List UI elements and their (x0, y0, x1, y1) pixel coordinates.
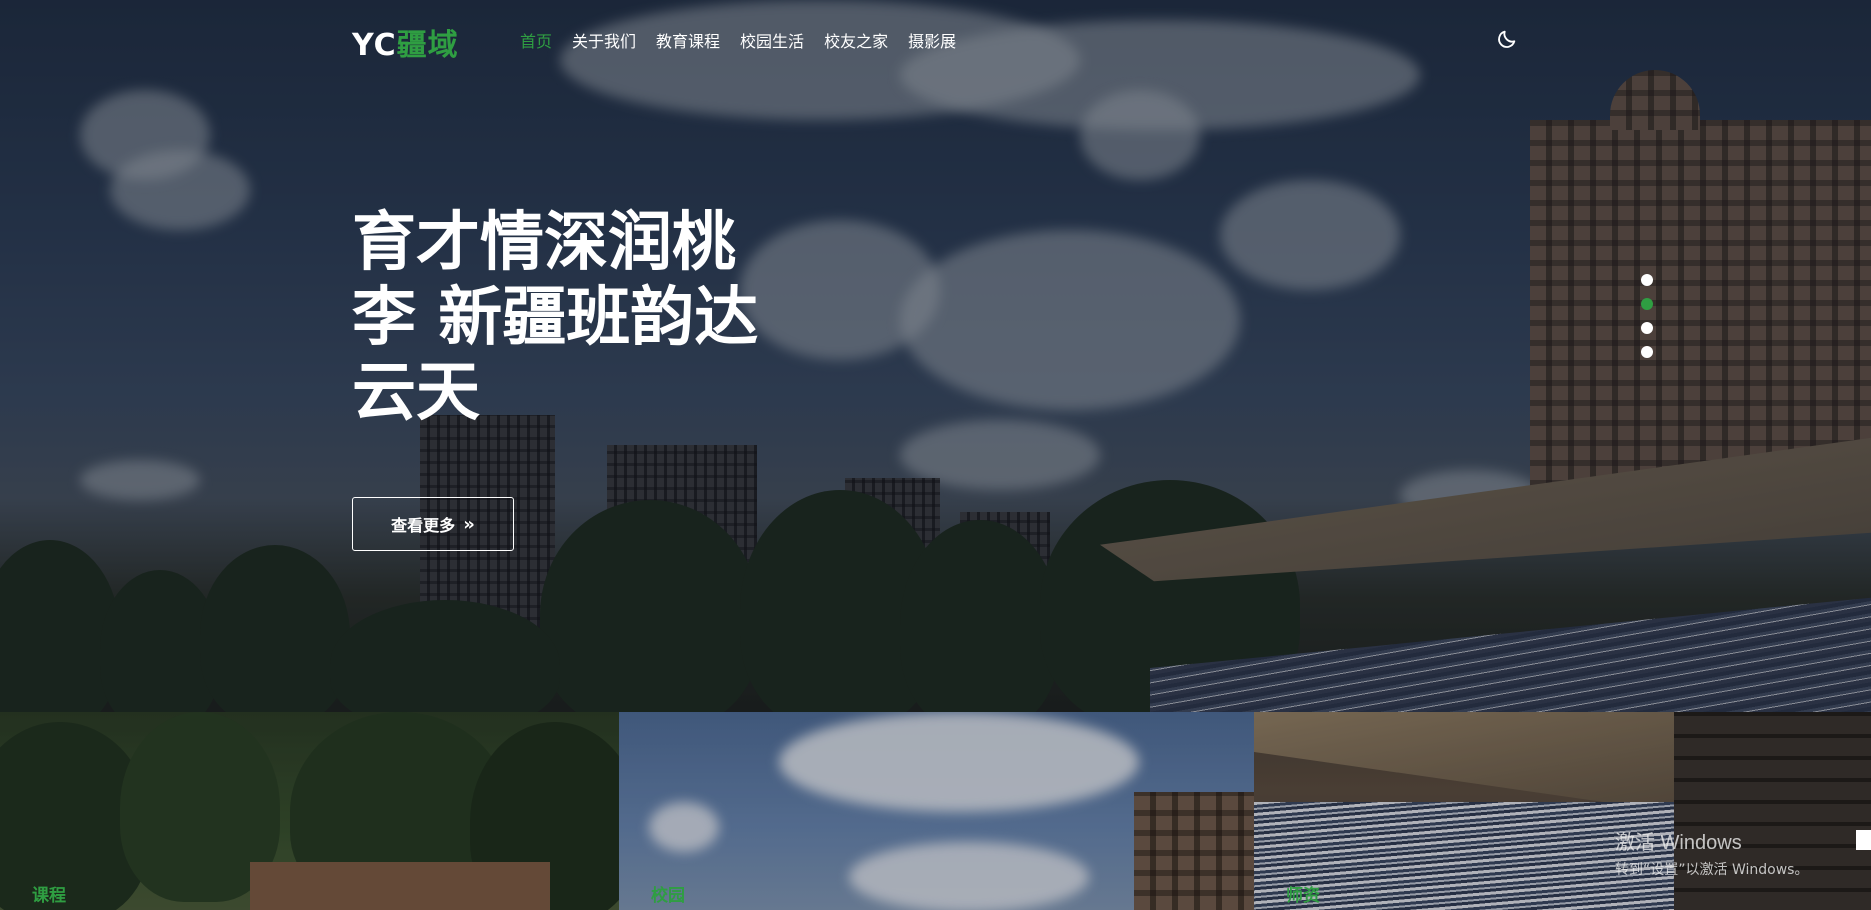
nav-item-courses[interactable]: 教育课程 (656, 28, 720, 52)
moon-icon[interactable] (1496, 28, 1518, 50)
card-label: 师资 (1286, 886, 1320, 906)
slider-dot-4[interactable] (1641, 346, 1653, 358)
slider-dots (1641, 274, 1653, 370)
card-campus[interactable]: 校园 (619, 712, 1254, 910)
double-chevron-right-icon: » (463, 513, 475, 535)
slider-dot-3[interactable] (1641, 322, 1653, 334)
feature-cards: 课程 校园 师资 (0, 712, 1871, 910)
hero-banner (0, 0, 1871, 712)
nav-item-alumni[interactable]: 校友之家 (824, 28, 888, 52)
logo-prefix: YC (352, 28, 397, 63)
card-label: 校园 (651, 886, 685, 906)
card-shade (619, 712, 1254, 910)
hero-overlay (0, 0, 1871, 712)
card-courses[interactable]: 课程 (0, 712, 619, 910)
watermark-subtitle: 转到“设置”以激活 Windows。 (1615, 862, 1809, 878)
nav-item-about[interactable]: 关于我们 (572, 28, 636, 52)
card-label: 课程 (32, 886, 66, 906)
watermark-title: 激活 Windows (1615, 832, 1742, 854)
card-shade (0, 712, 619, 910)
view-more-button[interactable]: 查看更多 » (352, 497, 514, 551)
logo-accent: 疆域 (396, 28, 459, 63)
hero-title: 育才情深润桃李 新疆班韵达云天 (352, 206, 759, 430)
nav-menu: 首页 关于我们 教育课程 校园生活 校友之家 摄影展 (520, 28, 976, 52)
windows-activation-watermark: 激活 Windows 转到“设置”以激活 Windows。 (1615, 826, 1808, 879)
nav-item-home[interactable]: 首页 (520, 28, 552, 52)
slider-dot-1[interactable] (1641, 274, 1653, 286)
view-more-label: 查看更多 (391, 516, 456, 535)
top-nav: YC疆域 首页 关于我们 教育课程 校园生活 校友之家 摄影展 (0, 0, 1871, 80)
card-faculty[interactable]: 师资 (1254, 712, 1871, 910)
logo[interactable]: YC疆域 (352, 20, 459, 64)
nav-item-photo-gallery[interactable]: 摄影展 (908, 28, 956, 52)
nav-item-campus-life[interactable]: 校园生活 (740, 28, 804, 52)
floating-widget-icon[interactable] (1856, 830, 1871, 850)
card-shade (1254, 712, 1871, 910)
slider-dot-2[interactable] (1641, 298, 1653, 310)
